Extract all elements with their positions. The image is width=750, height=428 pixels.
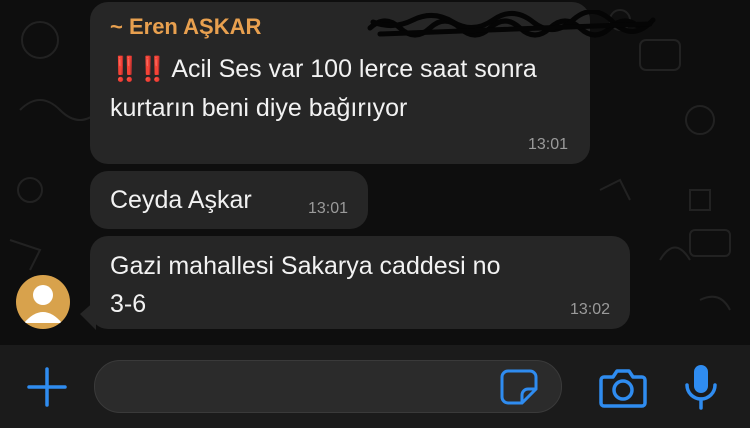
message-timestamp: 13:02 <box>569 301 610 318</box>
redacted-phone-scribble <box>367 10 656 38</box>
message-timestamp: 13:01 <box>307 200 348 217</box>
camera-icon[interactable] <box>598 365 648 409</box>
message-bubble[interactable]: Ceyda Aşkar 13:01 <box>90 171 368 229</box>
default-person-avatar-icon <box>24 285 62 323</box>
chat-area[interactable]: ~ Eren AŞKAR ‼️‼️ Acil Ses var 100 lerce… <box>0 0 750 345</box>
message-input[interactable] <box>94 360 562 413</box>
message-text: Gazi mahallesi Sakarya caddesi no 3-6 <box>110 252 501 318</box>
sender-avatar[interactable] <box>16 275 70 329</box>
message-bubble[interactable]: ~ Eren AŞKAR ‼️‼️ Acil Ses var 100 lerce… <box>90 2 656 164</box>
message-bubble[interactable]: Gazi mahallesi Sakarya caddesi no 3-6 13… <box>90 236 630 329</box>
message-text: ‼️‼️ Acil Ses var 100 lerce saat sonra k… <box>110 50 580 127</box>
microphone-icon[interactable] <box>682 363 720 411</box>
message-text: Ceyda Aşkar <box>110 186 252 214</box>
double-exclamation-emoji: ‼️‼️ <box>110 56 168 83</box>
sender-name[interactable]: ~ Eren AŞKAR <box>110 14 261 40</box>
plus-icon[interactable] <box>26 366 68 408</box>
message-body: Acil Ses var 100 lerce saat sonra kurtar… <box>110 55 537 122</box>
message-timestamp: 13:01 <box>527 136 568 153</box>
sticker-icon[interactable] <box>500 367 540 407</box>
message-input-bar <box>0 345 750 428</box>
